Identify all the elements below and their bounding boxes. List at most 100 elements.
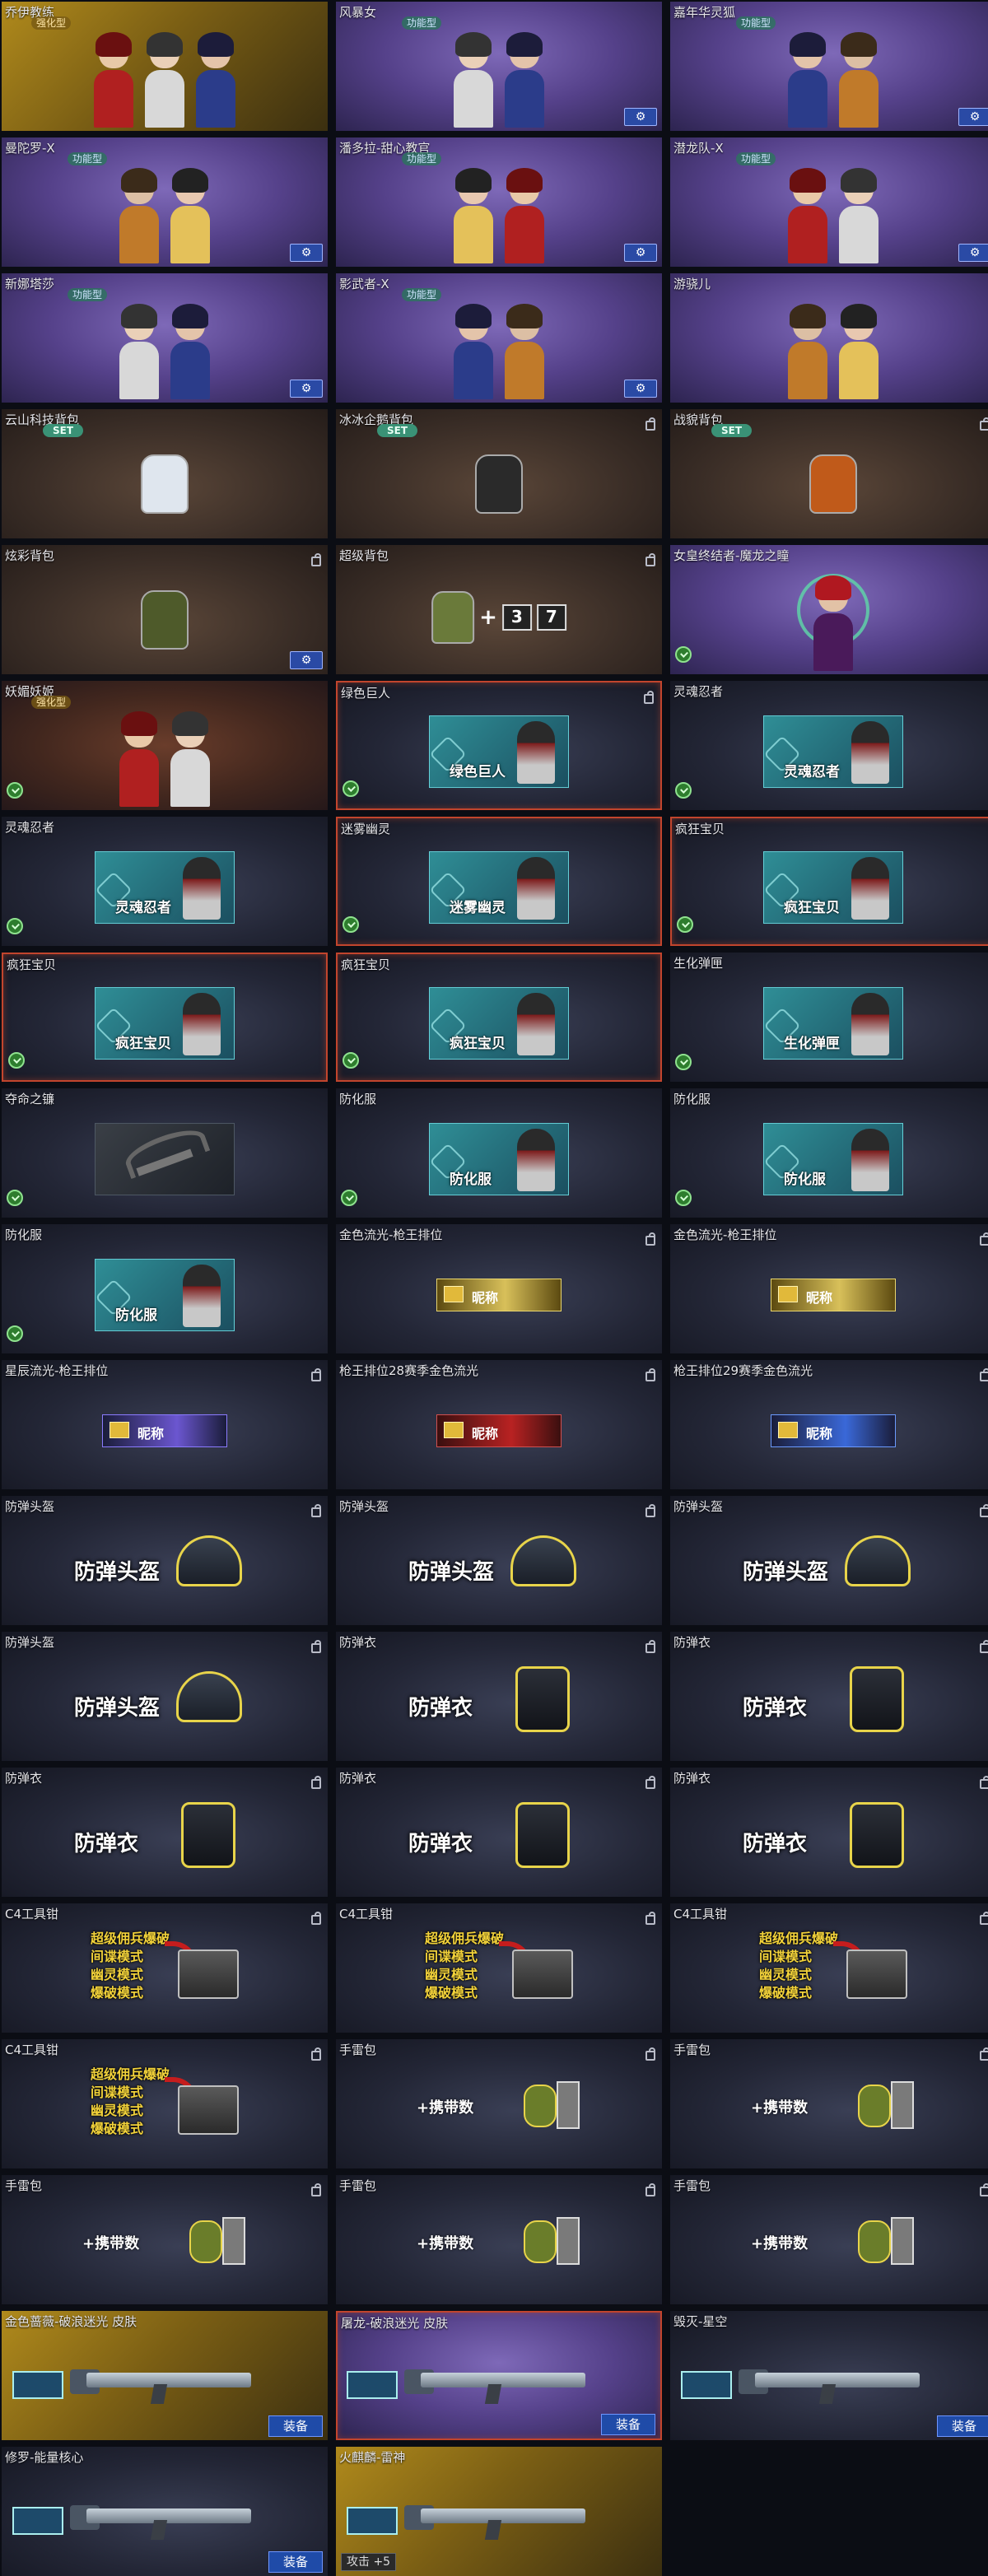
- inventory-item[interactable]: 屠龙-破浪迷光 皮肤 装备: [336, 2311, 662, 2440]
- inventory-item[interactable]: 防弹头盔 防弹头盔: [336, 1496, 662, 1625]
- settings-button[interactable]: ⚙: [958, 244, 988, 262]
- inventory-item[interactable]: 疯狂宝贝 疯狂宝贝: [2, 953, 328, 1082]
- inventory-item[interactable]: 潜龙队-X 功能型 ⚙: [670, 137, 988, 267]
- item-title: 防弹头盔: [5, 1635, 55, 1650]
- inventory-item[interactable]: 火麒麟-雷神 攻击 +5: [336, 2447, 662, 2576]
- character-body: [788, 342, 827, 399]
- carry-bonus-label: +携带数: [417, 2099, 474, 2117]
- inventory-item[interactable]: 防弹头盔 防弹头盔: [670, 1496, 988, 1625]
- plus-sign: +: [479, 604, 497, 630]
- inventory-item[interactable]: C4工具钳 超级佣兵爆破 间谍模式 幽灵模式 爆破模式: [336, 1903, 662, 2033]
- item-type-badge: 功能型: [68, 152, 108, 165]
- mode-line: 超级佣兵爆破: [425, 1930, 505, 1946]
- character-figure: [454, 304, 493, 399]
- item-title: 灵魂忍者: [5, 820, 55, 835]
- card-caption: 疯狂宝贝: [784, 899, 840, 916]
- inventory-item[interactable]: 灵魂忍者 灵魂忍者: [2, 817, 328, 946]
- inventory-item[interactable]: 手雷包 +携带数: [670, 2175, 988, 2304]
- inventory-item[interactable]: 风暴女 功能型 ⚙: [336, 2, 662, 131]
- inventory-item[interactable]: C4工具钳 超级佣兵爆破 间谍模式 幽灵模式 爆破模式: [2, 1903, 328, 2033]
- inventory-item[interactable]: 防弹衣 防弹衣: [2, 1768, 328, 1897]
- character-body: [454, 206, 493, 263]
- character-body: [119, 749, 159, 807]
- inventory-item[interactable]: 防弹衣 防弹衣: [336, 1768, 662, 1897]
- canister-icon: [222, 2216, 245, 2265]
- inventory-item[interactable]: C4工具钳 超级佣兵爆破 间谍模式 幽灵模式 爆破模式: [670, 1903, 988, 2033]
- rank-gun-icon: [444, 1422, 464, 1439]
- inventory-item[interactable]: 游骁儿: [670, 273, 988, 403]
- equipped-check-icon: [341, 1190, 357, 1206]
- settings-button[interactable]: ⚙: [624, 380, 657, 398]
- inventory-item[interactable]: 手雷包 +携带数: [336, 2039, 662, 2168]
- settings-button[interactable]: ⚙: [624, 108, 657, 126]
- inventory-item[interactable]: 冰冰企鹅背包 SET: [336, 409, 662, 538]
- inventory-item[interactable]: 金色流光-枪王排位 昵称: [670, 1224, 988, 1353]
- item-title: C4工具钳: [5, 1907, 59, 1922]
- inventory-item[interactable]: 防弹衣 防弹衣: [336, 1632, 662, 1761]
- inventory-item[interactable]: 修罗-能量核心 装备: [2, 2447, 328, 2576]
- inventory-item[interactable]: C4工具钳 超级佣兵爆破 间谍模式 幽灵模式 爆破模式: [2, 2039, 328, 2168]
- nameplate-name: 昵称: [806, 1426, 833, 1442]
- character-figure: [119, 304, 159, 399]
- helmet-icon: [845, 1535, 911, 1586]
- inventory-item[interactable]: 防弹头盔 防弹头盔: [2, 1632, 328, 1761]
- item-title: 星辰流光-枪王排位: [5, 1363, 109, 1378]
- inventory-item[interactable]: 影武者-X 功能型 ⚙: [336, 273, 662, 403]
- character-figure: [119, 168, 159, 263]
- inventory-item[interactable]: 枪王排位29赛季金色流光 昵称: [670, 1360, 988, 1489]
- settings-button[interactable]: ⚙: [290, 244, 323, 262]
- inventory-item[interactable]: 防弹头盔 防弹头盔: [2, 1496, 328, 1625]
- equip-button[interactable]: 装备: [937, 2415, 988, 2437]
- inventory-item[interactable]: 云山科技背包 SET: [2, 409, 328, 538]
- inventory-item[interactable]: 炫彩背包 ⚙: [2, 545, 328, 674]
- settings-button[interactable]: ⚙: [290, 380, 323, 398]
- settings-button[interactable]: ⚙: [290, 651, 323, 669]
- equip-button[interactable]: 装备: [268, 2415, 323, 2437]
- inventory-item[interactable]: 防化服 防化服: [336, 1088, 662, 1218]
- inventory-item[interactable]: 疯狂宝贝 疯狂宝贝: [670, 817, 988, 946]
- vest-icon: [181, 1801, 235, 1868]
- inventory-item[interactable]: 女皇终结者-魔龙之瞳: [670, 545, 988, 674]
- inventory-item[interactable]: 星辰流光-枪王排位 昵称: [2, 1360, 328, 1489]
- inventory-item[interactable]: 金色流光-枪王排位 昵称: [336, 1224, 662, 1353]
- inventory-item[interactable]: 枪王排位28赛季金色流光 昵称: [336, 1360, 662, 1489]
- inventory-item[interactable]: 防弹衣 防弹衣: [670, 1768, 988, 1897]
- inventory-item[interactable]: 乔伊教练 强化型: [2, 2, 328, 131]
- inventory-item[interactable]: 生化弹匣 生化弹匣: [670, 953, 988, 1082]
- inventory-item[interactable]: 防化服 防化服: [2, 1224, 328, 1353]
- inventory-item[interactable]: 手雷包 +携带数: [336, 2175, 662, 2304]
- inventory-item[interactable]: 嘉年华灵狐 功能型 ⚙: [670, 2, 988, 131]
- settings-button[interactable]: ⚙: [958, 108, 988, 126]
- inventory-item[interactable]: 妖媚妖姬 强化型: [2, 681, 328, 810]
- inventory-item[interactable]: 曼陀罗-X 功能型 ⚙: [2, 137, 328, 267]
- inventory-item[interactable]: 战貌背包 SET: [670, 409, 988, 538]
- weapon-body: [755, 2372, 920, 2387]
- settings-button[interactable]: ⚙: [624, 244, 657, 262]
- character-body: [170, 342, 210, 399]
- character-hair: [790, 304, 826, 328]
- character-body: [839, 206, 878, 263]
- inventory-item[interactable]: 绿色巨人 绿色巨人: [336, 681, 662, 810]
- character-body: [813, 613, 853, 671]
- equip-button[interactable]: 装备: [601, 2414, 655, 2435]
- vest-icon: [850, 1801, 904, 1868]
- weapon-thumbnail-icon: [347, 2370, 398, 2399]
- inventory-item[interactable]: 疯狂宝贝 疯狂宝贝: [336, 953, 662, 1082]
- character-portraits: [119, 304, 210, 399]
- inventory-item[interactable]: 夺命之镰: [2, 1088, 328, 1218]
- inventory-item[interactable]: 防弹衣 防弹衣: [670, 1632, 988, 1761]
- item-title: 手雷包: [339, 2043, 377, 2057]
- vest-item: 防弹衣: [408, 1801, 590, 1868]
- item-title: 防弹衣: [339, 1771, 377, 1786]
- equip-button[interactable]: 装备: [268, 2551, 323, 2573]
- inventory-item[interactable]: 金色蔷薇-破浪迷光 皮肤 装备: [2, 2311, 328, 2440]
- inventory-item[interactable]: 迷雾幽灵 迷雾幽灵: [336, 817, 662, 946]
- inventory-item[interactable]: 超级背包 +3 7: [336, 545, 662, 674]
- inventory-item[interactable]: 毁灭-星空 装备: [670, 2311, 988, 2440]
- inventory-item[interactable]: 新娜塔莎 功能型 ⚙: [2, 273, 328, 403]
- inventory-item[interactable]: 灵魂忍者 灵魂忍者: [670, 681, 988, 810]
- inventory-item[interactable]: 手雷包 +携带数: [2, 2175, 328, 2304]
- inventory-item[interactable]: 手雷包 +携带数: [670, 2039, 988, 2168]
- inventory-item[interactable]: 防化服 防化服: [670, 1088, 988, 1218]
- inventory-item[interactable]: 潘多拉-甜心教官 功能型 ⚙: [336, 137, 662, 267]
